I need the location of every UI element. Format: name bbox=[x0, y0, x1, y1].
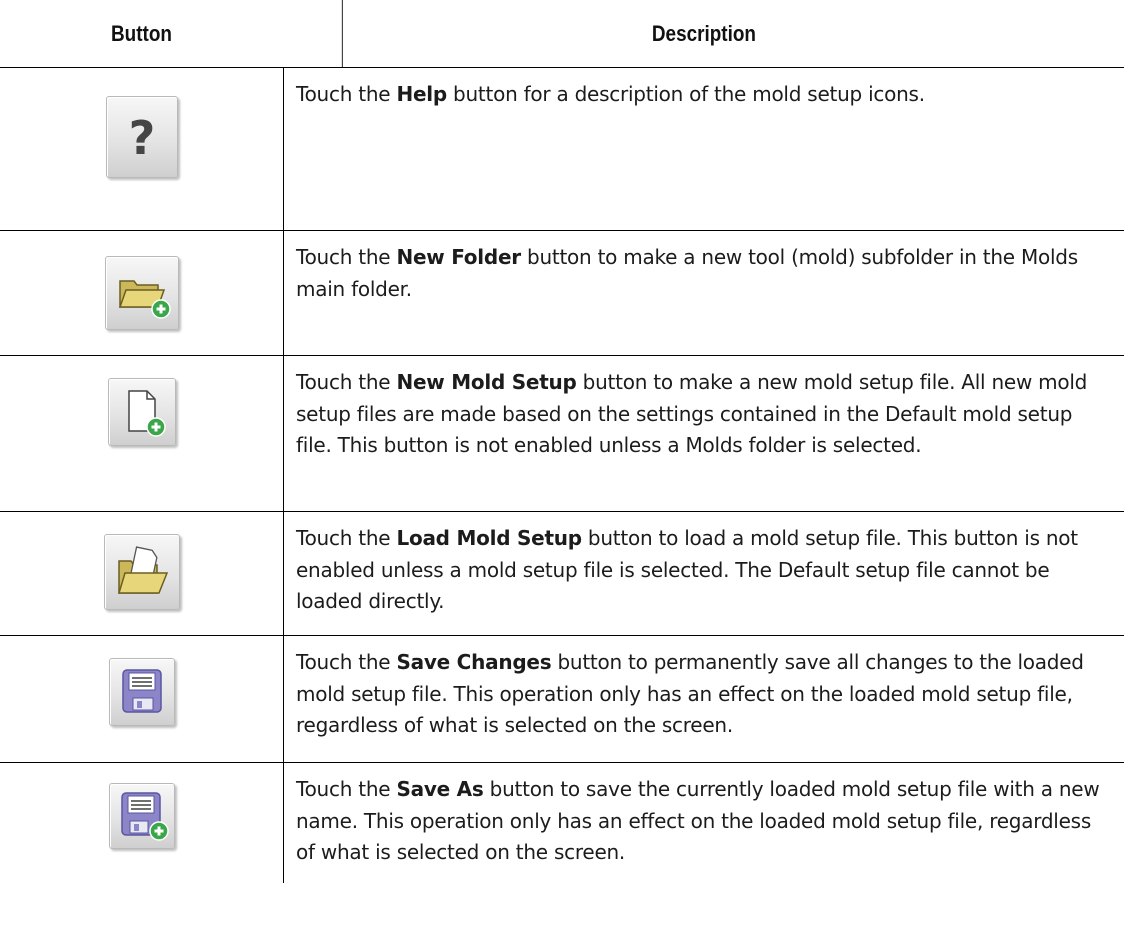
button-name: Load Mold Setup bbox=[396, 526, 582, 550]
button-cell bbox=[0, 356, 283, 511]
button-name: Save Changes bbox=[396, 650, 552, 674]
save-as-icon bbox=[108, 783, 175, 849]
button-name: Help bbox=[396, 82, 447, 106]
button-name: New Mold Setup bbox=[396, 370, 577, 394]
table-header-row: Button Description bbox=[0, 0, 1124, 68]
load-mold-setup-icon bbox=[103, 534, 180, 610]
button-cell bbox=[0, 636, 283, 762]
button-name: Save As bbox=[396, 777, 484, 801]
button-cell bbox=[0, 763, 283, 883]
table-row: Touch the New Folder button to make a ne… bbox=[0, 231, 1124, 356]
svg-text:?: ? bbox=[128, 111, 155, 165]
table-row: Touch the Save As button to save the cur… bbox=[0, 763, 1124, 883]
button-name: New Folder bbox=[396, 245, 521, 269]
help-icon: ? bbox=[105, 96, 178, 178]
table-row: Touch the Save Changes button to permane… bbox=[0, 636, 1124, 763]
button-cell bbox=[0, 512, 283, 635]
table-row: Touch the Load Mold Setup button to load… bbox=[0, 512, 1124, 636]
header-button: Button bbox=[111, 20, 172, 46]
table-row: ? Touch the Help button for a descriptio… bbox=[0, 68, 1124, 231]
description-cell: Touch the New Mold Setup button to make … bbox=[283, 356, 1124, 511]
new-folder-icon bbox=[104, 256, 179, 330]
description-cell: Touch the Save Changes button to permane… bbox=[283, 636, 1124, 762]
save-changes-icon bbox=[108, 658, 175, 726]
description-cell: Touch the Load Mold Setup button to load… bbox=[283, 512, 1124, 635]
header-description: Description bbox=[341, 0, 1065, 67]
table-row: Touch the New Mold Setup button to make … bbox=[0, 356, 1124, 512]
new-mold-setup-icon bbox=[107, 378, 176, 446]
button-description-table: Button Description ? Touch the Help butt… bbox=[0, 0, 1124, 883]
button-cell bbox=[0, 231, 283, 355]
button-cell: ? bbox=[0, 68, 283, 230]
description-cell: Touch the Help button for a description … bbox=[283, 68, 1124, 230]
description-cell: Touch the Save As button to save the cur… bbox=[283, 763, 1124, 883]
description-cell: Touch the New Folder button to make a ne… bbox=[283, 231, 1124, 355]
